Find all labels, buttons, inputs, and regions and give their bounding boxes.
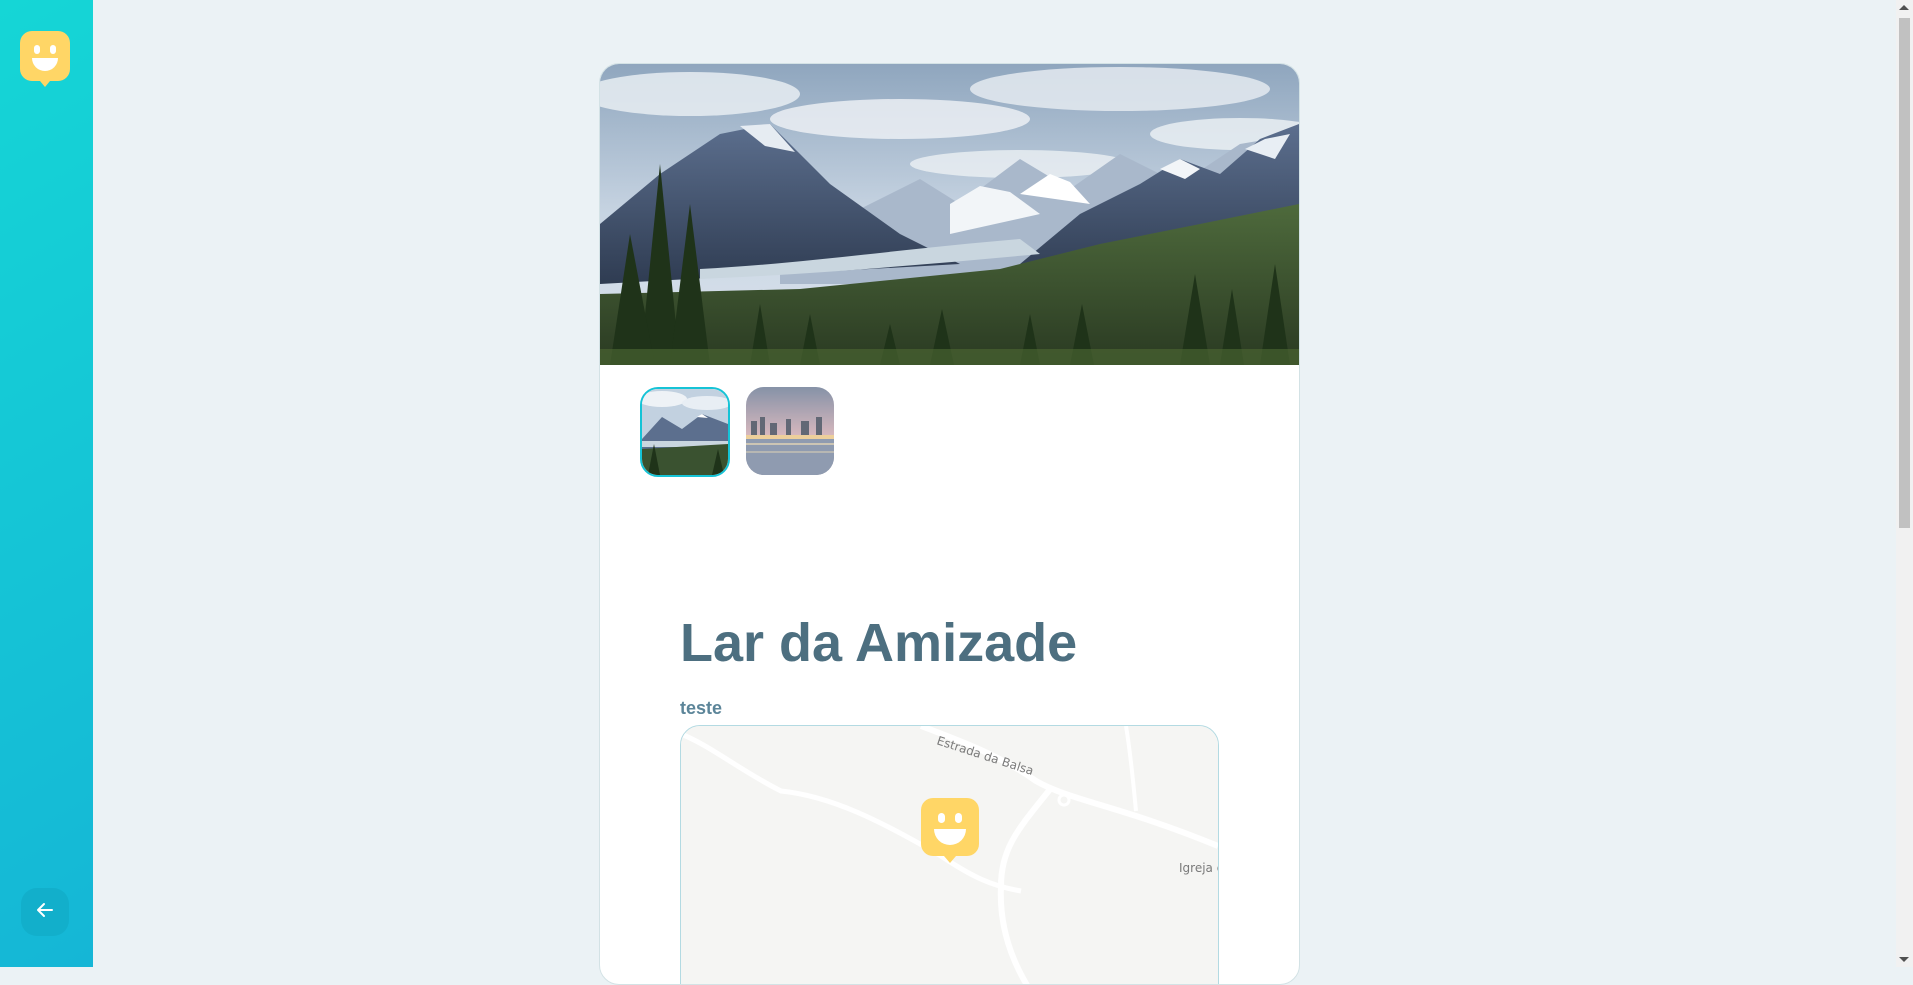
back-button[interactable] <box>21 888 69 936</box>
gallery-thumbnail-mountains[interactable] <box>640 387 730 477</box>
hero-image <box>600 64 1299 365</box>
scroll-up-arrow-icon[interactable] <box>1899 5 1909 10</box>
scrollbar-thumb[interactable] <box>1899 18 1910 528</box>
location-map[interactable]: Estrada da Balsa Igreja d <box>680 725 1219 984</box>
scroll-down-arrow-icon[interactable] <box>1899 957 1909 962</box>
orphanage-about: teste <box>680 698 723 718</box>
orphanage-name: Lar da Amizade <box>680 613 1078 673</box>
map-place-label: Igreja d <box>1179 861 1218 875</box>
gallery-thumbnail-city[interactable] <box>746 387 834 475</box>
sidebar <box>0 0 93 967</box>
happy-face-logo-icon[interactable] <box>20 31 70 87</box>
orphanage-card: Lar da Amizade teste Estrada da Balsa Ig… <box>599 63 1300 985</box>
happy-face-marker-icon[interactable] <box>921 798 979 863</box>
vertical-scrollbar[interactable] <box>1896 0 1913 967</box>
arrow-left-icon <box>35 900 55 924</box>
